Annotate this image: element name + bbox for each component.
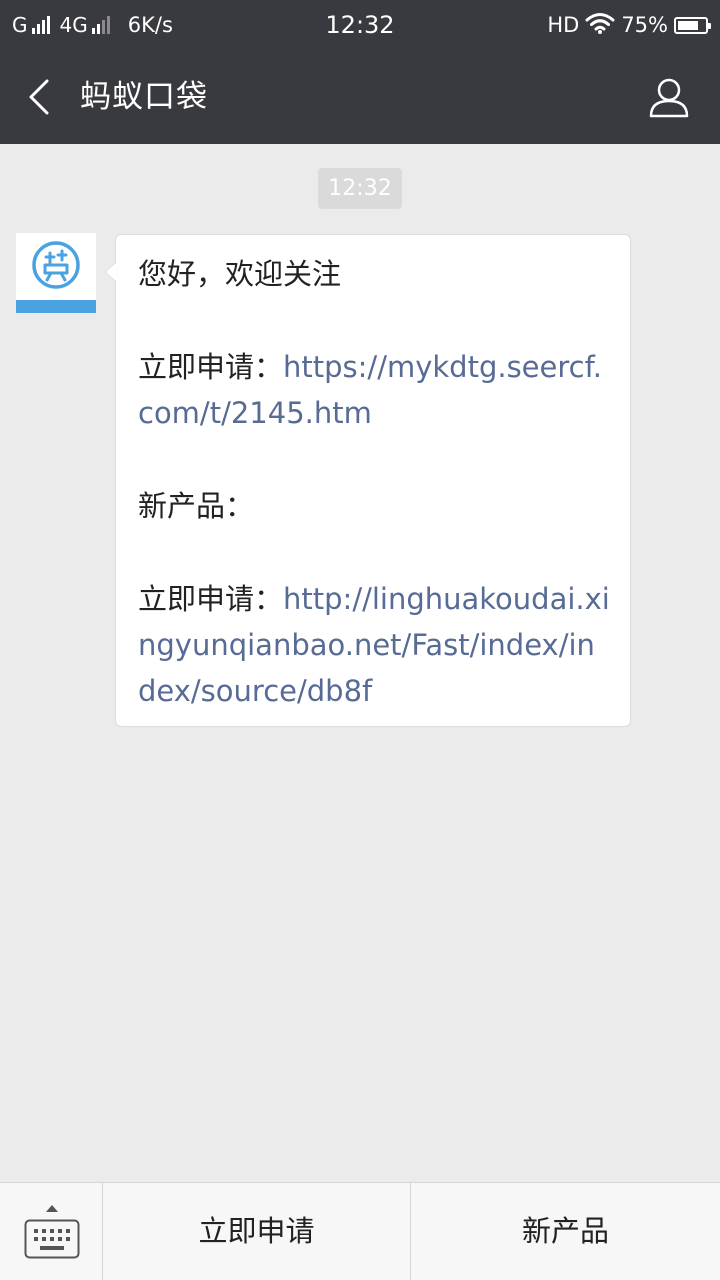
back-chevron-icon (29, 79, 49, 115)
chat-area[interactable]: 12:32 您好，欢迎关注 立即申请：https://mykdtg.seercf… (0, 144, 720, 1182)
status-right: HD 75% (547, 0, 711, 50)
carrier-2-label: 4G (59, 13, 88, 37)
bottom-menu-bar: 立即申请 新产品 (0, 1182, 720, 1280)
profile-icon (649, 78, 689, 118)
battery-fill (678, 20, 698, 30)
message-greeting: 您好，欢迎关注 (138, 257, 342, 291)
message-spacer (138, 529, 610, 576)
net-speed: 6K/s (127, 13, 173, 37)
new-product-label: 新产品： (138, 489, 255, 523)
hd-label: HD (547, 13, 580, 37)
page-title: 蚂蚁口袋 (80, 79, 208, 115)
message-apply-1: 立即申请：https://mykdtg.seercf.com/t/2145.ht… (138, 344, 610, 436)
menu-apply-now-button[interactable]: 立即申请 (103, 1183, 411, 1280)
message-apply-2: 立即申请：http://linghuakoudai.xingyunqianbao… (138, 576, 610, 714)
message-bubble[interactable]: 您好，欢迎关注 立即申请：https://mykdtg.seercf.com/t… (105, 234, 631, 727)
signal-icon-2 (91, 16, 110, 34)
status-bar: G 4G 6K/s 12:32 HD 75% (0, 0, 720, 50)
profile-button[interactable] (644, 72, 694, 122)
battery-percent: 75% (621, 13, 668, 37)
wifi-icon (585, 12, 615, 39)
nav-bar: 蚂蚁口袋 (0, 50, 720, 144)
keyboard-toggle-button[interactable] (0, 1183, 103, 1280)
status-left: G 4G 6K/s (12, 0, 173, 50)
message-spacer (138, 436, 610, 483)
avatar-stripe (16, 300, 96, 313)
caret-up-icon (46, 1205, 58, 1212)
carrier-1-label: G (12, 13, 28, 37)
menu-new-product-button[interactable]: 新产品 (411, 1183, 720, 1280)
signal-icon (31, 16, 50, 34)
keyboard-icon (24, 1219, 80, 1259)
apply-label-2: 立即申请： (138, 582, 284, 616)
avatar[interactable] (16, 233, 96, 313)
battery-icon (674, 16, 711, 34)
message-timestamp: 12:32 (318, 168, 402, 209)
back-button[interactable] (14, 67, 64, 127)
apply-label-1: 立即申请： (138, 350, 284, 384)
message-spacer (138, 297, 610, 344)
avatar-logo-icon (32, 241, 80, 289)
